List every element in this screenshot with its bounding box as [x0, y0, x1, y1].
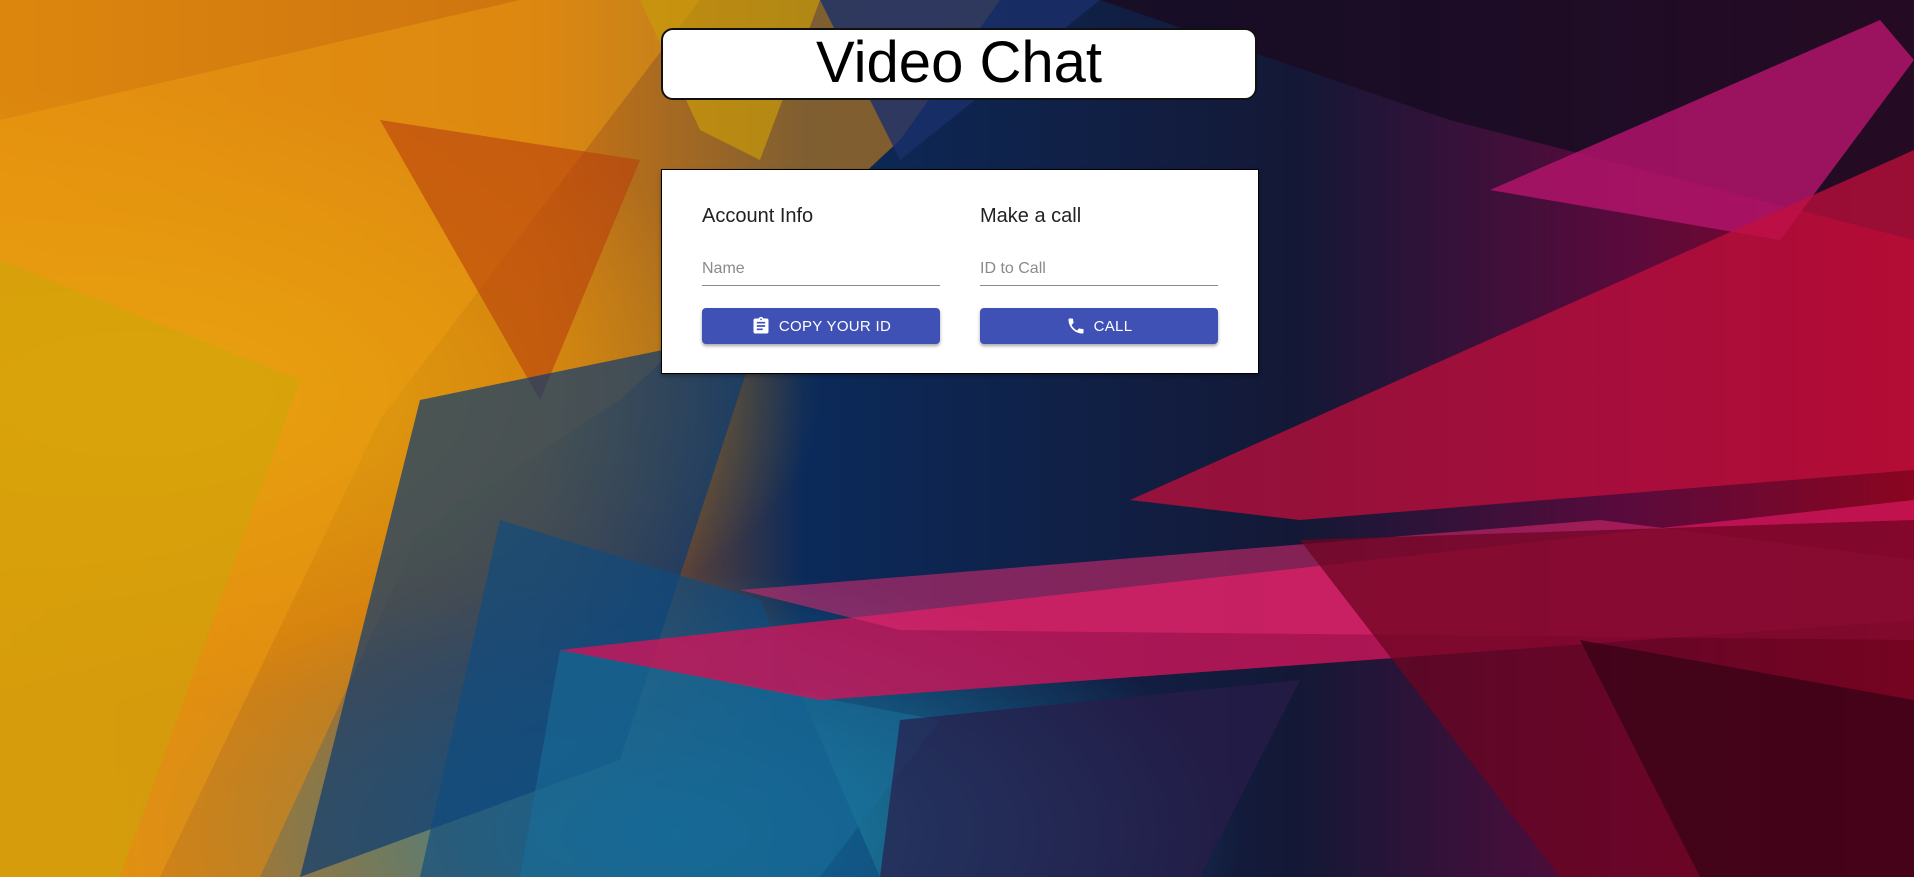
call-button[interactable]: CALL — [980, 308, 1218, 344]
title-banner: Video Chat — [661, 28, 1257, 100]
clipboard-icon — [751, 316, 771, 336]
name-field[interactable] — [702, 256, 940, 286]
copy-id-button-label: COPY YOUR ID — [778, 317, 892, 335]
call-heading: Make a call — [980, 205, 1082, 227]
name-input[interactable] — [702, 256, 940, 282]
id-to-call-input[interactable] — [980, 256, 1218, 282]
call-button-label: CALL — [1093, 317, 1133, 335]
phone-icon — [1066, 316, 1086, 336]
account-heading: Account Info — [702, 205, 814, 227]
background-artwork — [0, 0, 1914, 877]
controls-card: Account Info COPY YOUR ID Make a call CA… — [661, 169, 1259, 374]
id-to-call-field[interactable] — [980, 256, 1218, 286]
copy-id-button[interactable]: COPY YOUR ID — [702, 308, 940, 344]
page-title: Video Chat — [816, 30, 1102, 95]
